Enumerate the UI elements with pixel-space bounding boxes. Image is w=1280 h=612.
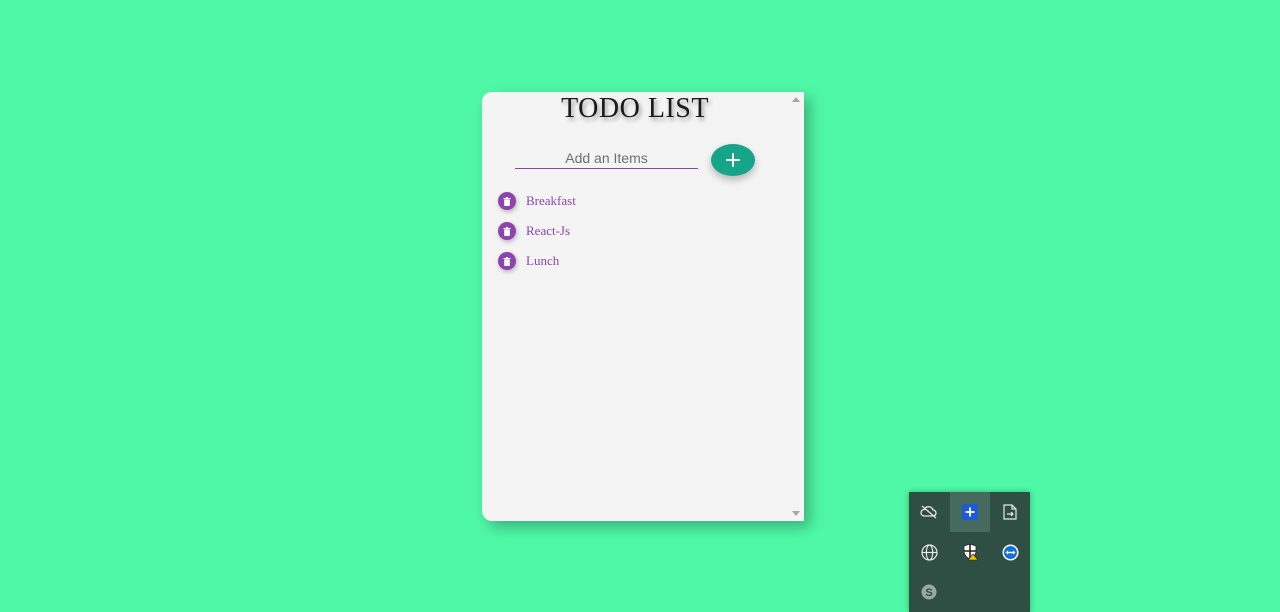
scroll-down-arrow[interactable]	[792, 511, 800, 516]
add-item-button[interactable]	[711, 144, 755, 176]
delete-button[interactable]	[498, 192, 516, 210]
page: TODO LIST Breakfast	[0, 0, 1280, 612]
todo-label: Breakfast	[526, 193, 576, 208]
todo-label: Lunch	[526, 253, 560, 268]
todo-list: Breakfast React-Js Lunch	[498, 186, 576, 276]
plus-icon	[726, 153, 740, 167]
trash-icon	[503, 256, 511, 266]
svg-text:S: S	[925, 587, 932, 599]
security-shield-icon[interactable]	[950, 532, 990, 572]
list-item: React-Js	[498, 216, 576, 246]
trash-icon	[503, 196, 511, 206]
todo-card: TODO LIST Breakfast	[482, 92, 804, 521]
page-title: TODO LIST	[561, 93, 709, 124]
globe-icon[interactable]	[909, 532, 949, 572]
scroll-up-arrow[interactable]	[792, 97, 800, 102]
file-export-icon[interactable]	[990, 492, 1030, 532]
teamviewer-icon[interactable]	[990, 532, 1030, 572]
cloud-offline-icon[interactable]	[909, 492, 949, 532]
list-item: Lunch	[498, 246, 576, 276]
add-app-icon[interactable]	[950, 492, 990, 532]
todo-label: React-Js	[526, 223, 571, 238]
delete-button[interactable]	[498, 252, 516, 270]
list-item: Breakfast	[498, 186, 576, 216]
system-tray-overflow: S	[909, 492, 1030, 612]
add-item-input[interactable]	[515, 148, 698, 169]
delete-button[interactable]	[498, 222, 516, 240]
skype-icon[interactable]: S	[909, 572, 949, 612]
trash-icon	[503, 226, 511, 236]
